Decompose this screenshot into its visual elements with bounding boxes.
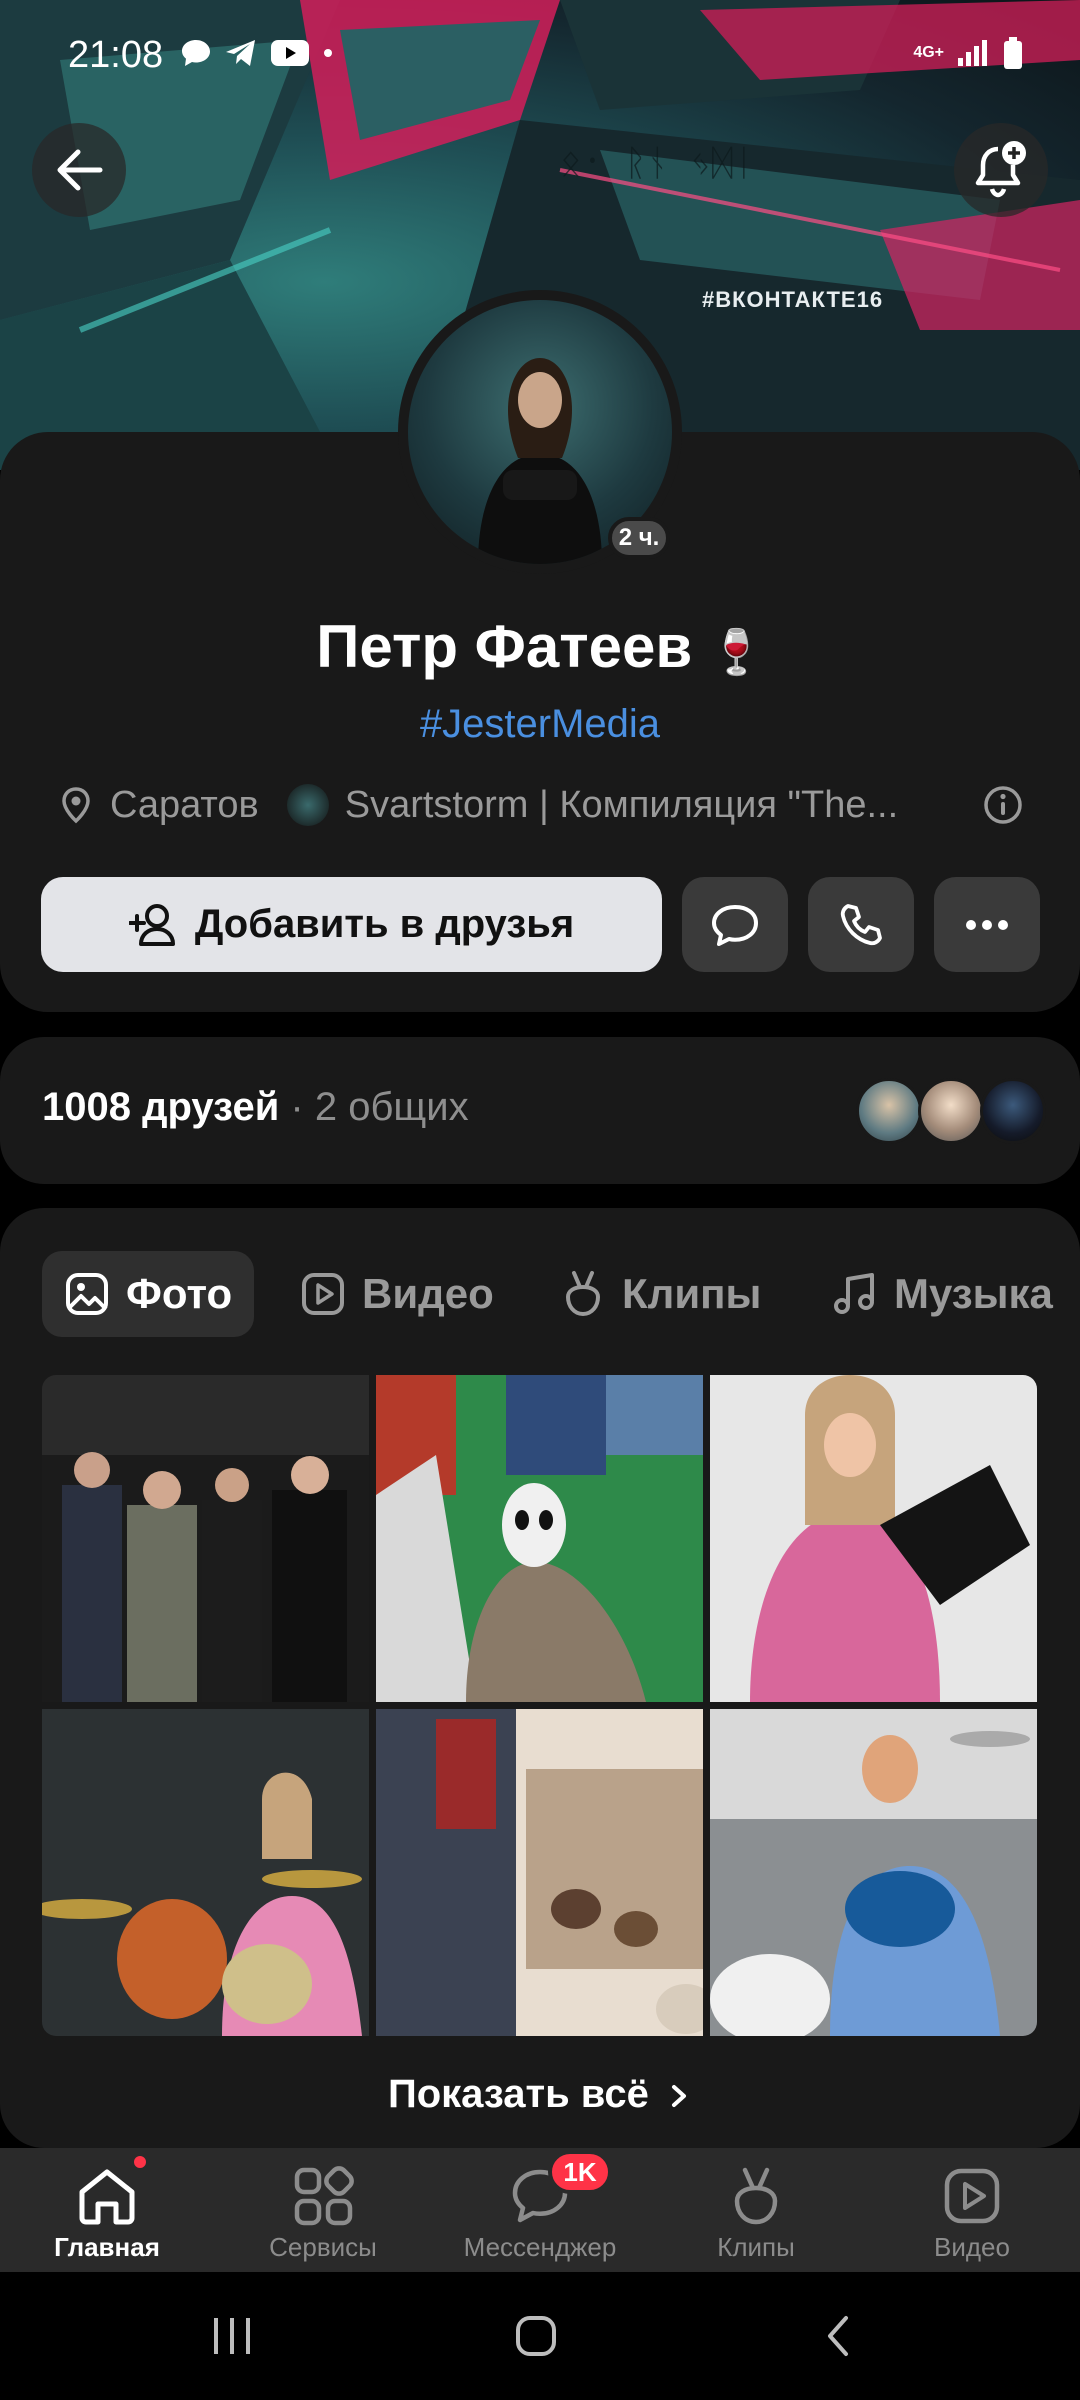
cover-hashtag: #ВКОНТАКТЕ16 <box>702 287 884 312</box>
profile-music: Svartstorm | Компиляция "The... <box>344 783 899 826</box>
photo-thumbnail[interactable] <box>42 1375 369 1702</box>
music-icon <box>834 1273 874 1314</box>
profile-name-text: Петр Фатеев <box>316 613 693 680</box>
chevron-right-icon <box>672 2085 687 2108</box>
call-button[interactable] <box>808 877 914 972</box>
profile-name: Петр Фатеев 🍷 <box>0 612 1080 681</box>
status-time: 21:08 <box>68 34 164 76</box>
photo-hand-drum <box>710 1375 1037 1702</box>
friend-avatar <box>856 1078 922 1144</box>
bell-plus-icon <box>975 141 1026 198</box>
photo-drummer-stage <box>710 1709 1037 2036</box>
tab-label: Музыка <box>894 1270 1053 1317</box>
friends-summary[interactable]: 1008 друзей · 2 общих <box>42 1085 469 1130</box>
system-status-icons: 4G+ <box>913 36 1024 70</box>
friend-avatar <box>918 1078 984 1144</box>
nav-clips[interactable]: Клипы <box>656 2160 856 2263</box>
last-seen-badge: 2 ч. <box>608 517 670 559</box>
info-icon[interactable] <box>982 784 1024 826</box>
signal-icon <box>958 40 987 66</box>
chat-notification-icon <box>182 40 210 66</box>
back-button[interactable] <box>32 123 126 217</box>
home-icon <box>79 2169 135 2225</box>
user-plus-icon <box>128 903 175 946</box>
photo-thumbnail[interactable] <box>376 1709 703 2036</box>
phone-icon <box>840 903 882 945</box>
photo-masked-person <box>376 1375 703 1702</box>
photo-icon <box>66 1273 108 1315</box>
friend-avatar <box>980 1078 1046 1144</box>
youtube-icon <box>271 40 309 66</box>
photo-museum-drums <box>376 1709 703 2036</box>
photo-thumbnail[interactable] <box>710 1375 1037 1702</box>
svg-text:ᛟ᛫ ᚱᚾ ᛃᛞᛁ: ᛟ᛫ ᚱᚾ ᛃᛞᛁ <box>560 143 755 184</box>
friends-count: 1008 друзей <box>42 1085 280 1129</box>
home-notification-dot <box>131 2153 149 2171</box>
arrow-left-icon <box>57 149 103 191</box>
nav-services[interactable]: Сервисы <box>223 2160 423 2263</box>
nav-label: Видео <box>934 2232 1010 2262</box>
subscribe-notifications-button[interactable] <box>954 123 1048 217</box>
message-bubble-icon <box>712 904 758 946</box>
add-friend-label: Добавить в друзья <box>194 902 575 946</box>
tab-clips[interactable]: Клипы <box>560 1251 761 1337</box>
network-type: 4G+ <box>913 44 944 61</box>
mutual-friends: · 2 общих <box>279 1085 469 1129</box>
message-button[interactable] <box>682 877 788 972</box>
system-navigation-bar <box>0 2272 1080 2400</box>
profile-city: Саратов <box>110 783 259 826</box>
back-nav-icon[interactable] <box>822 2314 854 2358</box>
video-icon <box>944 2168 1000 2224</box>
show-all-label: Показать всё <box>387 2072 649 2116</box>
battery-icon <box>1004 37 1022 69</box>
photo-band-group <box>42 1375 369 1702</box>
tab-videos[interactable]: Видео <box>300 1251 494 1337</box>
recent-apps-icon[interactable] <box>210 2316 256 2356</box>
photo-thumbnail[interactable] <box>42 1709 369 2036</box>
nav-label: Клипы <box>717 2232 795 2262</box>
nav-home[interactable]: Главная <box>7 2160 207 2263</box>
tab-photos[interactable]: Фото <box>42 1251 255 1337</box>
photo-thumbnail[interactable] <box>710 1709 1037 2036</box>
notification-icons <box>180 38 334 68</box>
tab-label: Клипы <box>622 1270 762 1317</box>
more-actions-button[interactable] <box>934 877 1040 972</box>
services-icon <box>294 2166 354 2226</box>
music-cover-thumbnail <box>286 784 329 826</box>
show-all-button[interactable]: Показать всё <box>0 2072 1080 2117</box>
clips-icon <box>565 1271 601 1317</box>
profile-info-row[interactable]: Саратов Svartstorm | Компиляция "The... <box>56 780 1036 830</box>
friend-avatars[interactable] <box>856 1078 1046 1144</box>
more-notifications-dot-icon <box>324 49 332 57</box>
add-friend-button[interactable]: Добавить в друзья <box>41 877 662 972</box>
tab-label: Фото <box>126 1270 233 1317</box>
status-bar: 21:08 4G+ <box>0 0 1080 110</box>
tab-music[interactable]: Музыка <box>832 1251 1053 1337</box>
photo-drummer <box>42 1709 369 2036</box>
nav-label: Мессенджер <box>463 2232 617 2262</box>
wine-glass-emoji: 🍷 <box>708 628 764 677</box>
nav-label: Сервисы <box>269 2232 377 2262</box>
location-pin-icon <box>62 787 90 824</box>
video-icon <box>302 1273 344 1315</box>
tab-label: Видео <box>362 1270 494 1317</box>
messenger-unread-badge: 1K <box>548 2150 612 2194</box>
profile-status[interactable]: #JesterMedia <box>0 702 1080 747</box>
telegram-icon <box>226 40 255 66</box>
nav-video[interactable]: Видео <box>872 2160 1072 2263</box>
more-dots-icon <box>966 919 1008 930</box>
photo-thumbnail[interactable] <box>376 1375 703 1702</box>
home-button-icon[interactable] <box>514 2314 558 2358</box>
clips-icon <box>734 2167 778 2225</box>
nav-label: Главная <box>54 2232 160 2262</box>
